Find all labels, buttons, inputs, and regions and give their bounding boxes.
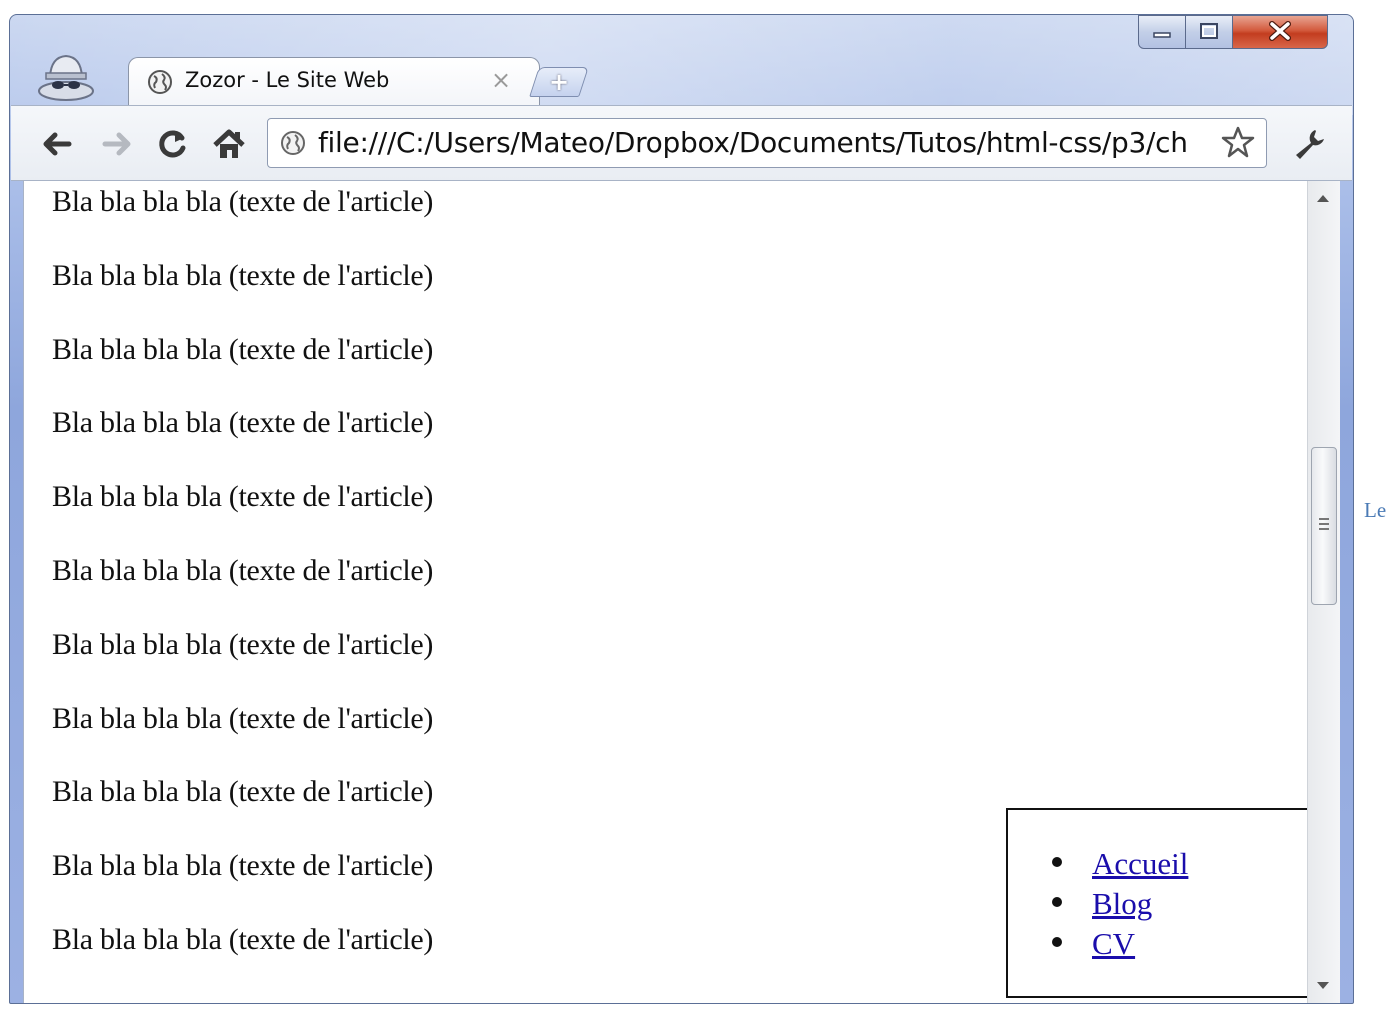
wrench-icon[interactable] bbox=[1289, 124, 1329, 164]
vertical-scrollbar[interactable] bbox=[1307, 181, 1340, 1003]
article-paragraph: Bla bla bla bla (texte de l'article) bbox=[52, 185, 434, 218]
article-paragraph: Bla bla bla bla (texte de l'article) bbox=[52, 628, 434, 661]
article-paragraph: Bla bla bla bla (texte de l'article) bbox=[52, 333, 434, 366]
reload-icon[interactable] bbox=[153, 126, 193, 162]
grip-line bbox=[1319, 523, 1329, 525]
bullet-icon bbox=[1052, 857, 1062, 867]
plus-icon: + bbox=[549, 68, 570, 96]
star-icon[interactable] bbox=[1220, 125, 1256, 161]
maximize-icon bbox=[1200, 23, 1218, 39]
address-bar[interactable]: file:///C:/Users/Mateo/Dropbox/Documents… bbox=[267, 118, 1267, 168]
browser-toolbar: file:///C:/Users/Mateo/Dropbox/Documents… bbox=[11, 105, 1352, 181]
nav-link-cv[interactable]: CV bbox=[1092, 926, 1135, 962]
article-paragraph: Bla bla bla bla (texte de l'article) bbox=[52, 923, 434, 956]
bullet-icon bbox=[1052, 897, 1062, 907]
nav-link-accueil[interactable]: Accueil bbox=[1092, 846, 1188, 882]
tab-active[interactable]: Zozor - Le Site Web × bbox=[128, 57, 540, 107]
article-paragraph: Bla bla bla bla (texte de l'article) bbox=[52, 406, 434, 439]
globe-icon bbox=[281, 131, 305, 155]
back-arrow-icon[interactable] bbox=[37, 126, 77, 162]
close-icon bbox=[1269, 21, 1291, 41]
minimize-button[interactable] bbox=[1138, 15, 1186, 49]
nav-link-blog[interactable]: Blog bbox=[1092, 886, 1152, 922]
grip-line bbox=[1319, 518, 1329, 520]
article-paragraph: Bla bla bla bla (texte de l'article) bbox=[52, 480, 434, 513]
forward-arrow-icon[interactable] bbox=[97, 126, 137, 162]
home-icon[interactable] bbox=[209, 126, 249, 162]
article-paragraph: Bla bla bla bla (texte de l'article) bbox=[52, 775, 434, 808]
maximize-button[interactable] bbox=[1185, 15, 1233, 49]
nav-menu: Accueil Blog CV bbox=[1006, 808, 1308, 998]
tab-title: Zozor - Le Site Web bbox=[185, 68, 390, 92]
scroll-down-arrow-icon[interactable] bbox=[1317, 982, 1329, 989]
bullet-icon bbox=[1052, 937, 1062, 947]
new-tab-button[interactable]: + bbox=[529, 67, 589, 97]
window-bottom-border bbox=[11, 1003, 1352, 1004]
incognito-icon bbox=[38, 54, 94, 101]
outside-text: Le bbox=[1364, 498, 1387, 522]
browser-window: Zozor - Le Site Web × + file:///C:/Users… bbox=[9, 14, 1354, 1004]
scrollbar-thumb[interactable] bbox=[1311, 447, 1337, 605]
globe-icon bbox=[148, 70, 172, 94]
article-paragraph: Bla bla bla bla (texte de l'article) bbox=[52, 259, 434, 292]
article-paragraph: Bla bla bla bla (texte de l'article) bbox=[52, 554, 434, 587]
close-window-button[interactable] bbox=[1232, 15, 1328, 49]
close-tab-icon[interactable]: × bbox=[491, 66, 511, 94]
scroll-up-arrow-icon[interactable] bbox=[1317, 195, 1329, 202]
grip-line bbox=[1319, 528, 1329, 530]
article-paragraph: Bla bla bla bla (texte de l'article) bbox=[52, 702, 434, 735]
url-text[interactable]: file:///C:/Users/Mateo/Dropbox/Documents… bbox=[318, 126, 1188, 159]
article-paragraph: Bla bla bla bla (texte de l'article) bbox=[52, 849, 434, 882]
page-viewport: Bla bla bla bla (texte de l'article) Bla… bbox=[23, 181, 1308, 1003]
minimize-icon bbox=[1153, 32, 1171, 38]
